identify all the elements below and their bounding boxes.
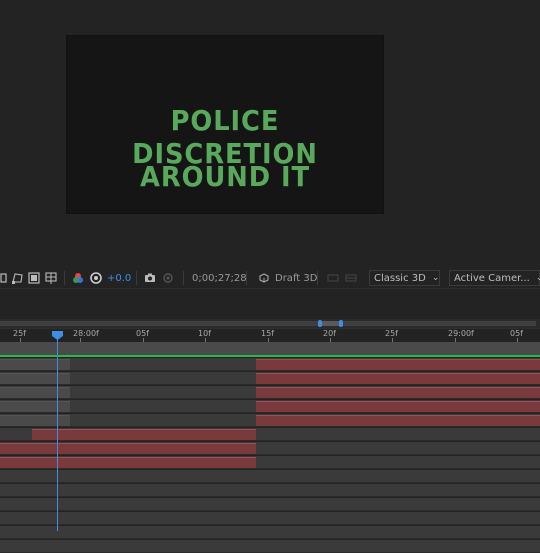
layer-duration-bar[interactable]: [256, 359, 540, 370]
composition-viewer[interactable]: POLICE DISCRETION AROUND IT: [0, 0, 540, 268]
layer-duration-bar[interactable]: [256, 415, 540, 426]
current-timecode[interactable]: 0;00;27;28: [192, 268, 247, 288]
layer-duration-bar[interactable]: [0, 443, 256, 454]
composition-frame[interactable]: POLICE DISCRETION AROUND IT: [66, 35, 384, 214]
chevron-down-icon: ⌄: [431, 273, 440, 283]
layer-track-row[interactable]: [0, 540, 540, 553]
grid-guide-options-icon[interactable]: [45, 268, 57, 288]
layer-track-row[interactable]: [0, 484, 540, 497]
show-snapshot-icon[interactable]: [162, 268, 174, 288]
renderer-label: Classic 3D: [374, 272, 426, 284]
ruler-tick-label: 05f: [136, 329, 149, 338]
layer-track-row[interactable]: [0, 512, 540, 525]
layer-bar-inactive[interactable]: [0, 373, 70, 384]
chevron-down-icon: ⌄: [535, 273, 540, 283]
layer-track-row[interactable]: [0, 358, 540, 371]
layer-track-row[interactable]: [0, 470, 540, 483]
ruler-tick-label: 28:00f: [73, 329, 99, 338]
toolbar-divider: [317, 271, 318, 285]
toolbar-divider: [246, 271, 247, 285]
ruler-tick-label: 25f: [13, 329, 26, 338]
work-area-line: [0, 355, 540, 357]
ruler-tick-label: 29:00f: [448, 329, 474, 338]
ruler-tick-label: 05f: [510, 329, 523, 338]
snapshot-camera-icon[interactable]: [144, 268, 156, 288]
reset-exposure-icon[interactable]: [90, 268, 102, 288]
layer-track-row[interactable]: [0, 414, 540, 427]
mask-path-visibility-icon[interactable]: [12, 268, 24, 288]
layer-bar-inactive[interactable]: [0, 401, 70, 412]
extended-viewer-icon[interactable]: [327, 268, 339, 288]
comp-text-line-2: AROUND IT: [140, 160, 310, 193]
ruler-tick-label: 15f: [261, 329, 274, 338]
layer-track-row[interactable]: [0, 428, 540, 441]
transparency-grid-icon[interactable]: [28, 268, 40, 288]
toolbar-divider: [183, 271, 184, 285]
ground-plane-icon[interactable]: [345, 268, 357, 288]
ruler-tick-label: 10f: [198, 329, 211, 338]
work-area-bar[interactable]: [0, 342, 540, 355]
toolbar-divider: [136, 271, 137, 285]
draft-3d-label[interactable]: Draft 3D: [275, 268, 317, 288]
layer-duration-bar[interactable]: [32, 429, 256, 440]
ruler-tick-label: 25f: [385, 329, 398, 338]
layer-track-row[interactable]: [0, 386, 540, 399]
layer-bar-inactive[interactable]: [0, 415, 70, 426]
playhead-handle[interactable]: [52, 331, 63, 340]
layer-duration-bar[interactable]: [256, 401, 540, 412]
layer-track-row[interactable]: [0, 498, 540, 511]
layer-duration-bar[interactable]: [0, 457, 256, 468]
toolbar-divider: [64, 271, 65, 285]
renderer-dropdown[interactable]: Classic 3D ⌄: [369, 270, 440, 286]
layer-track-row[interactable]: [0, 456, 540, 469]
color-channels-icon[interactable]: [72, 268, 84, 288]
region-of-interest-icon[interactable]: [0, 268, 12, 288]
time-navigator-handle[interactable]: [318, 319, 343, 328]
time-ruler[interactable]: 25f 28:00f 05f 10f 15f 20f 25f 29:00f 05f: [0, 328, 540, 343]
timeline-panel: 25f 28:00f 05f 10f 15f 20f 25f 29:00f 05f: [0, 289, 540, 553]
playhead-line[interactable]: [57, 339, 58, 531]
layer-track-row[interactable]: [0, 400, 540, 413]
layer-track-row[interactable]: [0, 372, 540, 385]
draft-3d-icon[interactable]: [258, 268, 270, 288]
camera-label: Active Camer...: [454, 272, 530, 284]
camera-dropdown[interactable]: Active Camer... ⌄: [449, 270, 540, 286]
layer-bar-inactive[interactable]: [0, 387, 70, 398]
viewer-toolbar: +0.0 0;00;27;28 Draft 3D Classic 3D ⌄ Ac…: [0, 268, 540, 289]
time-navigator-bar[interactable]: [0, 321, 536, 326]
layer-duration-bar[interactable]: [256, 387, 540, 398]
time-navigator[interactable]: [0, 319, 540, 328]
layer-bar-inactive[interactable]: [0, 359, 70, 370]
layer-track-row[interactable]: [0, 526, 540, 539]
exposure-value[interactable]: +0.0: [107, 268, 131, 288]
layer-track-row[interactable]: [0, 442, 540, 455]
ruler-tick-label: 20f: [323, 329, 336, 338]
layer-duration-bar[interactable]: [256, 373, 540, 384]
